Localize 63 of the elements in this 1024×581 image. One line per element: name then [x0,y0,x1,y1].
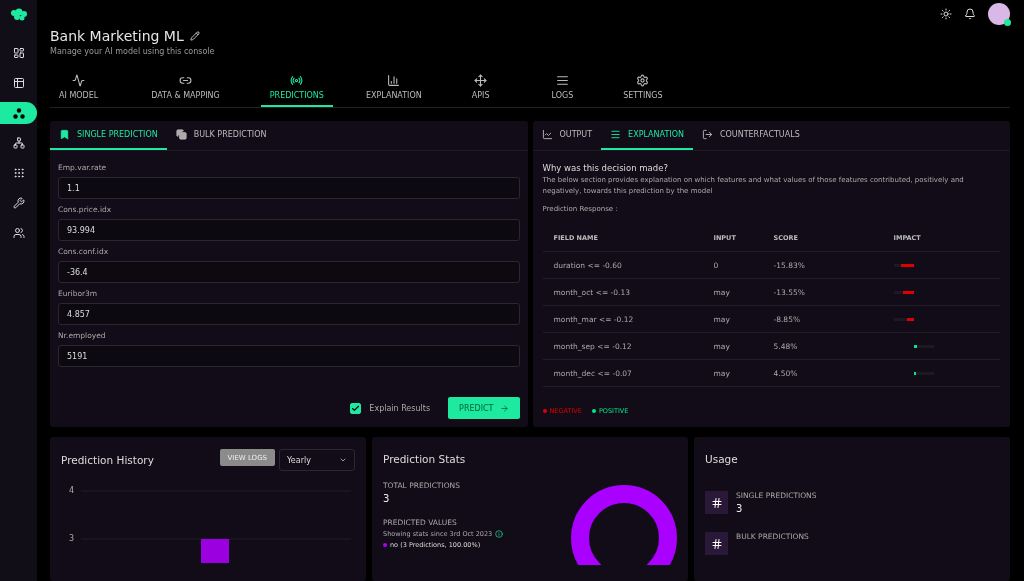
input-field[interactable]: 93.994 [58,219,520,241]
avatar[interactable] [988,3,1010,26]
nav-tab[interactable]: AI MODEL [50,74,108,107]
copy-icon [175,129,187,140]
edit-icon[interactable] [189,31,200,42]
card-title: Prediction Stats [383,453,467,465]
tab-icon [555,74,569,88]
panel-tab[interactable]: BULK PREDICTION [166,121,276,150]
info-icon[interactable] [495,530,504,538]
nav-tab[interactable]: APIS [462,74,499,107]
card-title: Prediction History [61,454,154,466]
nav-tab[interactable]: SETTINGS [614,74,672,107]
tab-icon [541,129,553,140]
tab-icon [610,129,622,140]
panel-tab[interactable]: EXPLANATION [601,121,693,150]
sidebar-icon [12,197,25,209]
usage-value: 3 [736,503,744,514]
axis-tick: 3 [69,534,75,543]
panel-tab[interactable]: COUNTERFACTUALS [692,121,809,150]
sidebar-icon [12,227,25,239]
tab-icon [474,74,488,88]
sidebar-icon [12,47,25,59]
brightness-icon[interactable] [940,8,952,21]
chart-bar [201,539,229,563]
tab-icon [701,129,713,140]
dots-icon [12,107,25,119]
sidebar-icon [12,77,25,89]
card-title: Usage [705,453,739,465]
page-subtitle: Manage your AI model using this console [50,47,216,57]
hash-glyph [710,496,723,509]
online-dot [1004,19,1011,27]
input-field[interactable]: -36.4 [58,261,520,283]
checkbox[interactable] [350,402,362,414]
sidebar-icon [12,137,25,149]
tab-icon [387,74,401,88]
bookmark-icon [59,129,70,140]
hash-glyph [710,537,723,550]
caret-icon [339,456,347,464]
nav-tab[interactable]: DATA & MAPPING [142,74,229,107]
tab-icon [72,74,86,88]
nav-tab[interactable]: PREDICTIONS [260,74,333,107]
nav-tab[interactable]: EXPLANATION [356,74,431,107]
panel-tab[interactable]: SINGLE PREDICTION [50,121,167,150]
checkbox-label: Explain Results [369,403,431,413]
tab-icon [636,74,650,88]
arrow-icon [499,403,509,413]
sidebar-icon [12,167,25,179]
period-dropdown[interactable]: Yearly [279,449,355,471]
axis-tick: 4 [69,486,75,495]
tab-icon [290,74,304,88]
input-field[interactable]: 4.857 [58,303,520,325]
input-field[interactable]: 5191 [58,345,520,367]
input-field[interactable]: 1.1 [58,177,520,199]
bell-icon[interactable] [964,8,976,21]
question-text: Why was this decision made? [542,163,669,173]
page-title: Bank Marketing ML [50,28,184,45]
predict-button[interactable]: PREDICT [448,397,520,419]
logo-icon [8,8,29,22]
sidebar-item[interactable] [0,102,37,124]
panel-tab[interactable]: OUTPUT [532,121,602,150]
check-icon [351,403,361,413]
nav-tab[interactable]: LOGS [542,74,583,107]
stat-value: 3 [383,493,391,504]
